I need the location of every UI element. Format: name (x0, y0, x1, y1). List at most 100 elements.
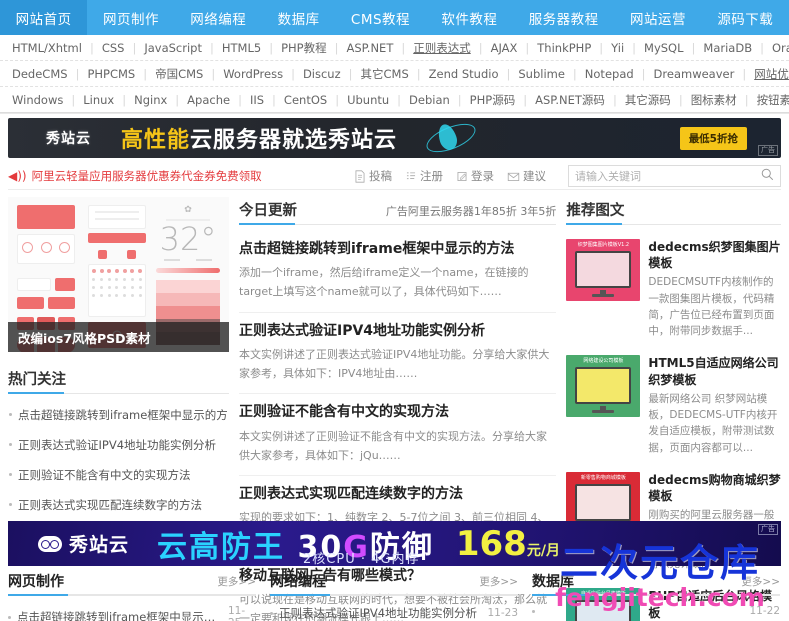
subnav-link-wordpress[interactable]: WordPress (221, 67, 285, 81)
subnav-link-ubuntu[interactable]: Ubuntu (345, 93, 391, 107)
topnav-item-1[interactable]: 网页制作 (87, 0, 174, 35)
tool-3[interactable]: 建议 (507, 168, 546, 184)
footer-more-link[interactable]: 更多>> (479, 574, 518, 594)
article-title[interactable]: 点击超链接跳转到iframe框架中显示的方法 (239, 240, 556, 258)
recommend-title-link[interactable]: HTML5自适应网络公司织梦模板 (648, 355, 781, 387)
subnav-link--cms[interactable]: 帝国CMS (153, 66, 205, 82)
tool-2[interactable]: 登录 (456, 168, 494, 184)
search-box[interactable] (568, 165, 781, 187)
article-item[interactable]: 正则表达式验证IPV4地址功能实例分析 本文实例讲述了正则表达式验证IPV4地址功… (239, 313, 557, 395)
subnav-link-windows[interactable]: Windows (10, 93, 65, 107)
subnav-link-css[interactable]: CSS (100, 41, 127, 55)
subnav-link-javascript[interactable]: JavaScript (142, 41, 204, 55)
topnav-item-7[interactable]: 网站运营 (614, 0, 701, 35)
subnav-link--[interactable]: 按钮素材 (755, 92, 789, 108)
footer-columns: 网页制作更多>>点击超链接跳转到iframe框架中显示的方法11-25网络编程更… (8, 570, 781, 621)
subnav-link-nginx[interactable]: Nginx (132, 93, 169, 107)
subnav-link--[interactable]: 其它源码 (623, 92, 673, 108)
subnav-link-php-[interactable]: PHP源码 (468, 92, 518, 108)
topnav-item-5[interactable]: 软件教程 (426, 0, 513, 35)
list-item[interactable]: 正则验证不能含有中文的实现方法 (8, 460, 229, 490)
subnav-link-thinkphp[interactable]: ThinkPHP (535, 41, 593, 55)
topnav-item-3[interactable]: 数据库 (262, 0, 335, 35)
top-ad-banner[interactable]: 秀站云 高性能云服务器就选秀站云 最低5折抢 广告 (8, 118, 781, 158)
recommend-item[interactable]: 织梦图集图片模板V1.2 dedecms织梦图集图片模板 DEDECMSUTF内核制… (566, 231, 781, 347)
bottom-ad-price-unit: 元/月 (526, 542, 560, 559)
recommend-item[interactable]: 网络建设公司模板 HTML5自适应网络公司织梦模板 最新网络公司 织梦网站模板，DE… (566, 347, 781, 463)
subnav-separator: | (211, 66, 216, 81)
subnav-link-mysql[interactable]: MySQL (642, 41, 686, 55)
footer-list-item[interactable]: 点击超链接跳转到iframe框架中显示的方法 11-25 (8, 596, 256, 621)
subnav-link-dedecms[interactable]: DedeCMS (10, 67, 70, 81)
subnav-link-yii[interactable]: Yii (609, 41, 626, 55)
recommend-title-link[interactable]: dedecms织梦图集图片模板 (648, 239, 781, 271)
list-item[interactable]: 点击超链接跳转到iframe框架中显示的方 (8, 400, 229, 430)
subnav-link-dreamweaver[interactable]: Dreamweaver (652, 67, 737, 81)
article-item[interactable]: 正则验证不能含有中文的实现方法 本文实例讲述了正则验证不能含有中文的实现方法。分享… (239, 394, 557, 477)
subnav-separator: | (397, 92, 402, 107)
recommend-thumbnail[interactable]: 网络建设公司模板 (566, 355, 641, 418)
subnav-link-ajax[interactable]: AJAX (489, 41, 520, 55)
list-item[interactable]: 正则表达式实现匹配连续数字的方法 (8, 490, 229, 520)
subnav-link--[interactable]: 图标素材 (689, 92, 739, 108)
subnav-link-apache[interactable]: Apache (185, 93, 232, 107)
bottom-ad-banner[interactable]: 秀站云 云高防王 30G防御 168元/月 2核CPU · 4G内存 广告 (8, 521, 781, 566)
subnav-link-php-[interactable]: PHP教程 (279, 40, 329, 56)
list-item[interactable]: 正则表达式验证IPV4地址功能实例分析 (8, 430, 229, 460)
subnav-link-asp-net[interactable]: ASP.NET (344, 41, 395, 55)
notice-text[interactable]: 阿里云轻量应用服务器优惠券代金券免费领取 (32, 168, 262, 184)
list-icon (405, 170, 417, 183)
subnav-link-iis[interactable]: IIS (248, 93, 266, 107)
topnav-item-2[interactable]: 网络编程 (175, 0, 262, 35)
footer-item-title[interactable]: 点击超链接跳转到iframe框架中显示的方法 (17, 609, 220, 621)
article-title[interactable]: 正则表达式实现匹配连续数字的方法 (239, 485, 556, 503)
tool-1[interactable]: 注册 (405, 168, 443, 184)
subnav-link-oracle[interactable]: Oracle (770, 41, 789, 55)
subnav-separator: | (612, 92, 617, 107)
subnav-separator: | (525, 40, 530, 55)
footer-more-link[interactable]: 更多>> (217, 574, 256, 594)
tool-label: 投稿 (369, 169, 392, 183)
subnav-link-mariadb[interactable]: MariaDB (701, 41, 754, 55)
subnav-link-zend-studio[interactable]: Zend Studio (427, 67, 501, 81)
article-title[interactable]: 正则表达式验证IPV4地址功能实例分析 (239, 322, 556, 340)
footer-list-item[interactable]: 11-22 (532, 596, 780, 617)
search-input[interactable] (575, 169, 761, 183)
subnav-link--[interactable]: 网站优化 (752, 66, 789, 82)
notice-bar: ◀)) 阿里云轻量应用服务器优惠券代金券免费领取 投稿 注册 登录 建议 (8, 163, 781, 190)
subnav-link-asp-net-[interactable]: ASP.NET源码 (533, 92, 607, 108)
subnav-separator: | (744, 92, 749, 107)
subnav-separator: | (523, 92, 528, 107)
footer-list-item[interactable]: 正则表达式验证IPV4地址功能实例分析 11-23 (270, 596, 518, 621)
ad-cta-button[interactable]: 最低5折抢 (679, 126, 747, 150)
subnav-link-discuz[interactable]: Discuz (301, 67, 343, 81)
topnav-item-6[interactable]: 服务器教程 (513, 0, 614, 35)
subnav-separator: | (210, 40, 214, 55)
subnav-link-notepad[interactable]: Notepad (583, 67, 636, 81)
subnav-link-linux[interactable]: Linux (81, 93, 116, 107)
tool-0[interactable]: 投稿 (354, 168, 392, 184)
search-icon[interactable] (761, 168, 774, 184)
subnav-link-debian[interactable]: Debian (407, 93, 452, 107)
subnav-link-phpcms[interactable]: PHPCMS (85, 67, 137, 81)
topnav-item-8[interactable]: 源码下载 (702, 0, 789, 35)
topnav-item-0[interactable]: 网站首页 (0, 0, 88, 35)
footer-item-title[interactable]: 正则表达式验证IPV4地址功能实例分析 (279, 605, 477, 621)
article-title[interactable]: 正则验证不能含有中文的实现方法 (239, 403, 556, 421)
cloud-orb-icon (422, 118, 483, 158)
subnav-link-html5[interactable]: HTML5 (220, 41, 263, 55)
document-icon (354, 169, 366, 183)
recommend-thumbnail[interactable]: 织梦图集图片模板V1.2 (566, 239, 641, 301)
bottom-ad-subtext: 2核CPU · 4G内存 (303, 552, 420, 566)
footer-more-link[interactable]: 更多>> (741, 574, 780, 594)
subnav-link-sublime[interactable]: Sublime (516, 67, 567, 81)
article-item[interactable]: 点击超链接跳转到iframe框架中显示的方法 添加一个iframe，然后给ifra… (239, 231, 557, 313)
featured-image[interactable]: ✿ 32° 改编ios7风格PSD素材 (8, 197, 229, 352)
subnav-link--[interactable]: 正则表达式 (411, 40, 473, 56)
subnav-link-html-xhtml[interactable]: HTML/Xhtml (10, 41, 84, 55)
today-ad-note[interactable]: 广告阿里云服务器1年85折 3年5折 (386, 203, 557, 224)
recommend-title-link[interactable]: dedecms购物商城织梦模板 (648, 472, 781, 504)
subnav-link-centos[interactable]: CentOS (282, 93, 329, 107)
topnav-item-4[interactable]: CMS教程 (335, 0, 425, 35)
subnav-link--cms[interactable]: 其它CMS (359, 66, 411, 82)
